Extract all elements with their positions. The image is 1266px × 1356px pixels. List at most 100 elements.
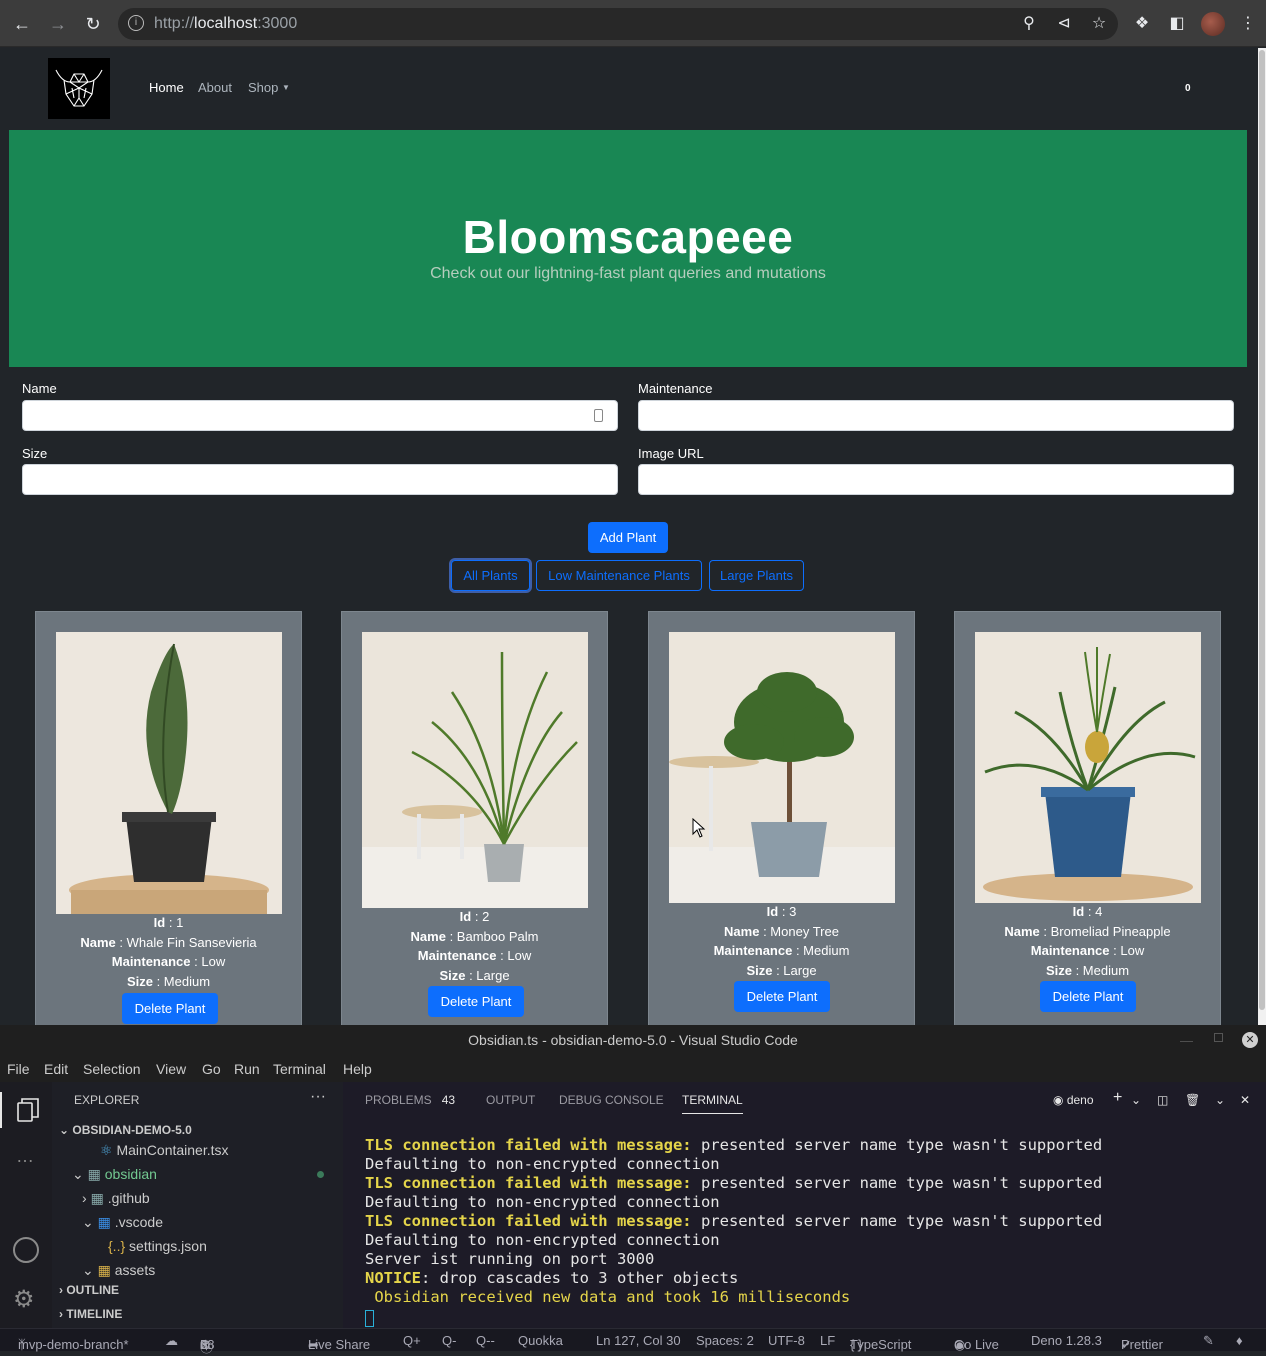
hero-subtitle: Check out our lightning-fast plant queri… bbox=[430, 265, 826, 282]
size-input[interactable] bbox=[22, 464, 618, 495]
tab-output[interactable]: OUTPUT bbox=[486, 1093, 535, 1107]
trash-icon[interactable]: 🗑 bbox=[1185, 1093, 1200, 1107]
plant-card: Id : 3 Name : Money Tree Maintenance : M… bbox=[648, 611, 915, 1025]
delete-plant-button[interactable]: Delete Plant bbox=[734, 981, 830, 1012]
extensions-icon[interactable]: ❖ bbox=[1131, 13, 1153, 35]
profile-avatar[interactable] bbox=[1201, 12, 1225, 36]
status-position[interactable]: Ln 127, Col 30 bbox=[596, 1333, 681, 1348]
maximize-icon[interactable] bbox=[1214, 1033, 1223, 1042]
brand-logo[interactable] bbox=[48, 58, 110, 119]
status-eol[interactable]: LF bbox=[820, 1333, 835, 1348]
explorer-title: EXPLORER bbox=[74, 1093, 140, 1107]
filter-large-plants[interactable]: Large Plants bbox=[709, 560, 804, 591]
cart-count[interactable]: 0 bbox=[1185, 83, 1191, 94]
tab-debug-console[interactable]: DEBUG CONSOLE bbox=[559, 1093, 664, 1107]
page-scrollbar[interactable] bbox=[1258, 48, 1266, 1025]
status-quokka[interactable]: Quokka bbox=[518, 1333, 563, 1348]
file-settings-json[interactable]: {..} settings.json bbox=[108, 1238, 207, 1254]
close-window-icon[interactable]: ✕ bbox=[1242, 1032, 1258, 1048]
folder-github[interactable]: › ▦ .github bbox=[82, 1190, 150, 1207]
bookmark-star-icon[interactable]: ☆ bbox=[1088, 13, 1110, 35]
delete-plant-button[interactable]: Delete Plant bbox=[122, 993, 218, 1024]
tab-problems[interactable]: PROBLEMS 43 bbox=[365, 1093, 455, 1107]
mouse-cursor-icon bbox=[692, 817, 706, 843]
menu-help[interactable]: Help bbox=[343, 1061, 372, 1077]
terminal-line: Defaulting to non-encrypted connection bbox=[365, 1231, 720, 1249]
status-deno[interactable]: Deno 1.28.3 bbox=[1031, 1333, 1102, 1348]
menu-selection[interactable]: Selection bbox=[83, 1061, 141, 1077]
status-q-plus[interactable]: Q+ bbox=[403, 1333, 421, 1348]
back-icon[interactable]: ← bbox=[10, 12, 34, 36]
chevron-right-icon: › bbox=[82, 1190, 87, 1206]
close-panel-icon[interactable]: ✕ bbox=[1240, 1093, 1250, 1107]
nav-home[interactable]: Home bbox=[149, 80, 184, 95]
delete-plant-button[interactable]: Delete Plant bbox=[1040, 981, 1136, 1012]
terminal-cursor[interactable] bbox=[365, 1310, 374, 1327]
react-icon: ⚛ bbox=[100, 1142, 113, 1158]
outline-section[interactable]: › OUTLINE bbox=[59, 1283, 119, 1297]
project-root[interactable]: ⌄ OBSIDIAN-DEMO-5.0 bbox=[59, 1123, 192, 1137]
explorer-more-icon[interactable]: ··· bbox=[310, 1088, 326, 1106]
minimize-icon[interactable]: — bbox=[1180, 1033, 1193, 1048]
plant-maintenance: Maintenance : Low bbox=[1030, 943, 1145, 958]
site-info-icon[interactable]: i bbox=[128, 15, 144, 31]
menu-kebab-icon[interactable]: ⋮ bbox=[1237, 13, 1259, 35]
menu-file[interactable]: File bbox=[7, 1061, 30, 1077]
menu-terminal[interactable]: Terminal bbox=[273, 1061, 326, 1077]
folder-vscode[interactable]: ⌄ ▦ .vscode bbox=[82, 1214, 163, 1231]
chevron-down-icon[interactable]: ⌄ bbox=[1215, 1093, 1225, 1107]
terminal-line: Defaulting to non-encrypted connection bbox=[365, 1193, 720, 1211]
folder-obsidian[interactable]: ⌄ ▦ obsidian bbox=[72, 1166, 157, 1183]
nav-about[interactable]: About bbox=[198, 80, 232, 95]
name-label: Name bbox=[22, 381, 57, 396]
more-icon[interactable]: … bbox=[16, 1146, 36, 1167]
chevron-down-icon[interactable]: ⌄ bbox=[1131, 1093, 1141, 1107]
hero-title: Bloomscapeee bbox=[462, 211, 794, 263]
account-icon[interactable] bbox=[13, 1237, 39, 1263]
menu-edit[interactable]: Edit bbox=[44, 1061, 68, 1077]
web-page: Home About Shop ▼ 0 Bloomscapeee Check o… bbox=[0, 48, 1258, 1025]
nav-shop-dropdown[interactable]: Shop ▼ bbox=[248, 80, 290, 95]
menu-view[interactable]: View bbox=[156, 1061, 186, 1077]
terminal-line: Server ist running on port 3000 bbox=[365, 1250, 655, 1268]
folder-icon: ▦ bbox=[90, 1190, 104, 1206]
filter-low-maintenance[interactable]: Low Maintenance Plants bbox=[536, 560, 702, 591]
plant-maintenance: Maintenance : Low bbox=[111, 954, 226, 969]
split-terminal-icon[interactable]: ◫ bbox=[1157, 1093, 1168, 1107]
deno-icon: ◉ bbox=[1053, 1093, 1064, 1107]
add-plant-button[interactable]: Add Plant bbox=[588, 522, 668, 553]
timeline-section[interactable]: › TIMELINE bbox=[59, 1307, 122, 1321]
menu-run[interactable]: Run bbox=[234, 1061, 260, 1077]
new-terminal-icon[interactable]: + bbox=[1113, 1089, 1122, 1107]
password-manager-icon[interactable] bbox=[594, 409, 603, 422]
folder-assets[interactable]: ⌄ ▦ assets bbox=[82, 1262, 155, 1279]
address-bar[interactable]: i http://localhost:3000 bbox=[118, 8, 1118, 40]
feedback-icon[interactable]: ✎ bbox=[1203, 1333, 1214, 1349]
status-encoding[interactable]: UTF-8 bbox=[768, 1333, 805, 1348]
share-icon[interactable]: ⊲ bbox=[1053, 13, 1075, 35]
status-spaces[interactable]: Spaces: 2 bbox=[696, 1333, 754, 1348]
reload-icon[interactable]: ↻ bbox=[81, 12, 105, 36]
zoom-icon[interactable]: ⚲ bbox=[1018, 13, 1040, 35]
explorer-icon[interactable] bbox=[0, 1092, 52, 1128]
plant-image bbox=[362, 632, 588, 908]
settings-gear-icon[interactable]: ⚙ bbox=[13, 1287, 35, 1313]
maintenance-input[interactable] bbox=[638, 400, 1234, 431]
scrollbar-thumb[interactable] bbox=[1259, 50, 1265, 1010]
file-maincontainer[interactable]: ⚛ MainContainer.tsx bbox=[100, 1142, 229, 1159]
name-input[interactable] bbox=[22, 400, 618, 431]
image-url-input[interactable] bbox=[638, 464, 1234, 495]
filter-all-plants[interactable]: All Plants bbox=[451, 560, 530, 591]
sync-icon[interactable]: ☁ bbox=[165, 1333, 178, 1349]
tab-terminal[interactable]: TERMINAL bbox=[682, 1093, 743, 1114]
terminal-shell-selector[interactable]: ◉ deno bbox=[1053, 1093, 1094, 1107]
delete-plant-button[interactable]: Delete Plant bbox=[428, 986, 524, 1017]
bell-icon[interactable]: ♦ bbox=[1236, 1333, 1243, 1348]
side-panel-icon[interactable]: ◧ bbox=[1166, 13, 1188, 35]
forward-icon[interactable]: → bbox=[46, 12, 70, 36]
status-q-minus[interactable]: Q- bbox=[442, 1333, 456, 1348]
status-q-minus-minus[interactable]: Q-- bbox=[476, 1333, 495, 1348]
menu-go[interactable]: Go bbox=[202, 1061, 221, 1077]
plant-image bbox=[669, 632, 895, 903]
plant-size: Size : Large bbox=[746, 962, 817, 978]
